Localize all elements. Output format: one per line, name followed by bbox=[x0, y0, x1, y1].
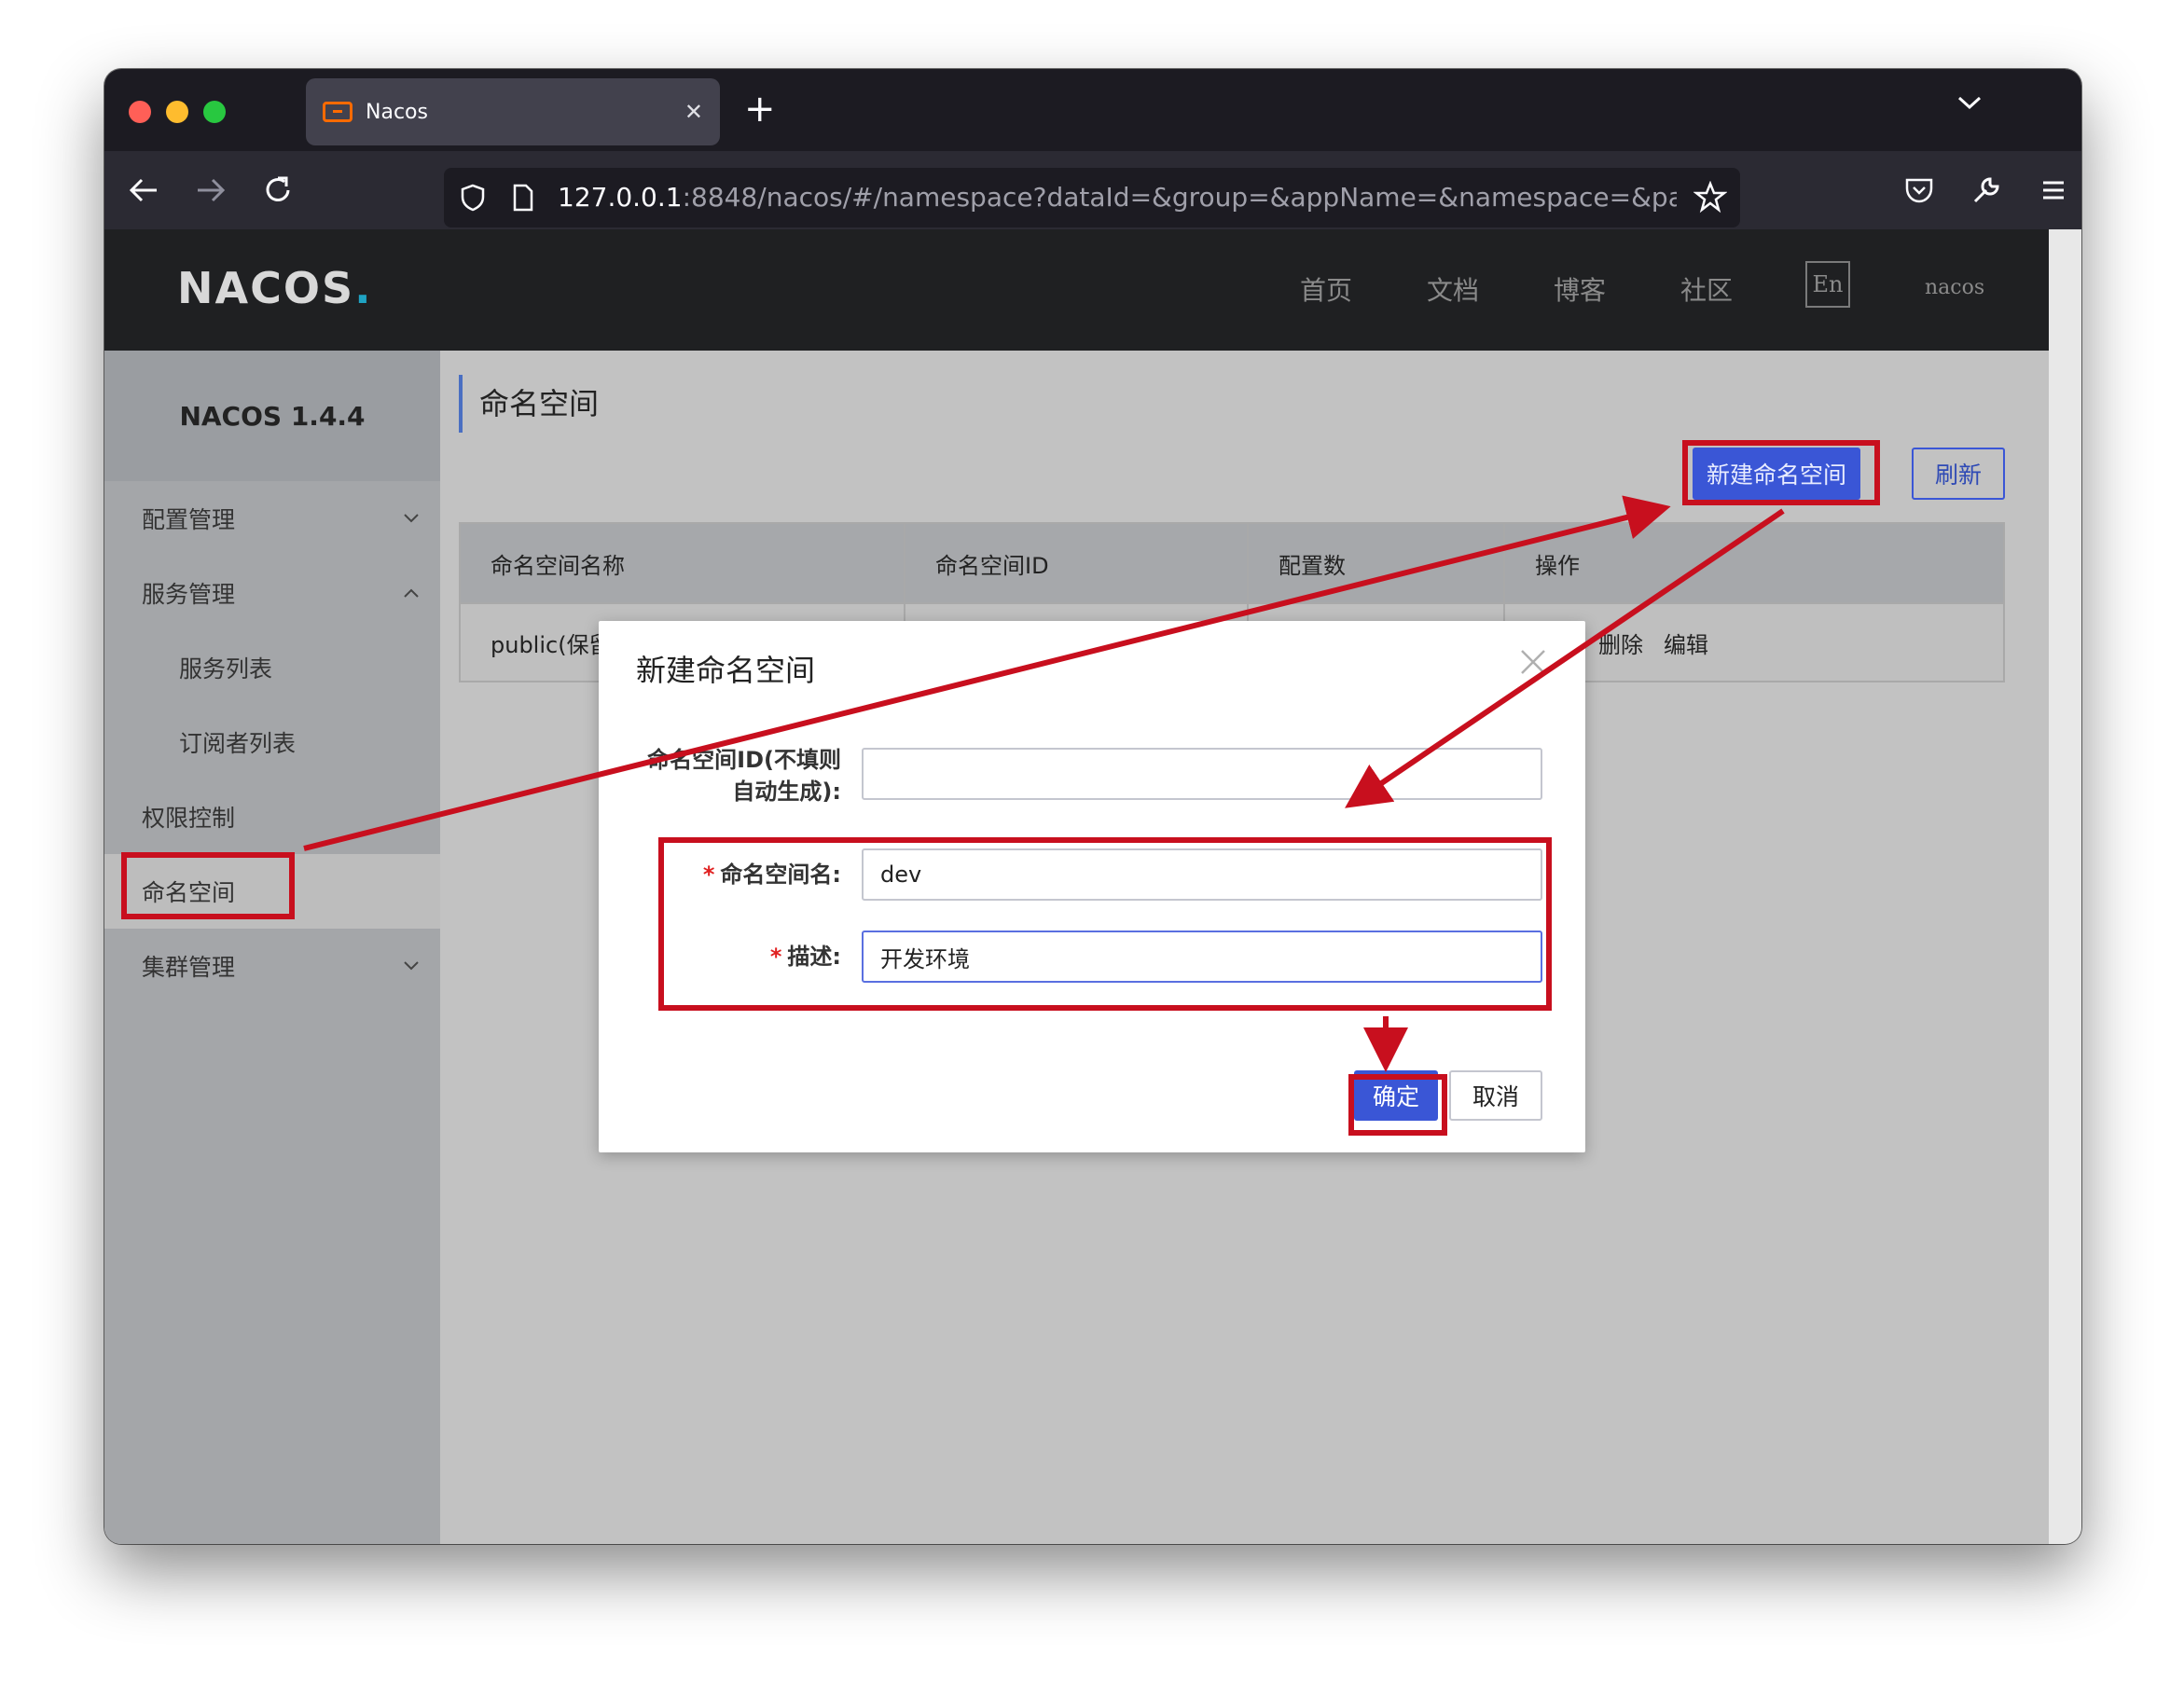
page-title: 命名空间 bbox=[459, 375, 599, 433]
close-window-button[interactable] bbox=[129, 101, 151, 123]
sidebar-item-label: 订阅者列表 bbox=[179, 730, 297, 757]
close-icon[interactable] bbox=[1514, 643, 1552, 681]
new-tab-button[interactable]: + bbox=[744, 86, 776, 132]
column-header: 命名空间ID bbox=[905, 524, 1249, 602]
maximize-window-button[interactable] bbox=[203, 101, 226, 123]
sidebar-item-label: 配置管理 bbox=[142, 506, 236, 533]
table-header: 命名空间名称 命名空间ID 配置数 操作 bbox=[461, 524, 2003, 602]
chevron-up-icon bbox=[404, 588, 419, 598]
close-tab-icon[interactable]: ✕ bbox=[684, 99, 703, 125]
sidebar-item-service-list[interactable]: 服务列表 bbox=[104, 630, 440, 705]
column-header: 操作 bbox=[1535, 552, 1580, 579]
sidebar-item-cluster[interactable]: 集群管理 bbox=[104, 929, 440, 1003]
tab-title: Nacos bbox=[366, 100, 428, 124]
sidebar-item-permissions[interactable]: 权限控制 bbox=[104, 779, 440, 854]
browser-window: Nacos ✕ + 127.0.0.1:8848/nacos/#/namespa… bbox=[104, 69, 2081, 1544]
sidebar-item-subscribers[interactable]: 订阅者列表 bbox=[104, 705, 440, 779]
url-text[interactable]: 127.0.0.1:8848/nacos/#/namespace?dataId=… bbox=[558, 182, 1677, 213]
dialog-title: 新建命名空间 bbox=[636, 653, 816, 688]
annotation-box-confirm-button bbox=[1348, 1074, 1447, 1136]
wrench-icon bbox=[1973, 177, 1999, 203]
back-button[interactable] bbox=[123, 170, 164, 211]
sidebar-item-label: 权限控制 bbox=[142, 805, 236, 832]
chevron-down-icon[interactable] bbox=[1956, 93, 1983, 112]
sidebar-item-service[interactable]: 服务管理 bbox=[104, 556, 440, 630]
namespace-id-input[interactable] bbox=[862, 748, 1542, 800]
navigation-bar: 127.0.0.1:8848/nacos/#/namespace?dataId=… bbox=[104, 151, 2081, 229]
namespace-id-label: 命名空间ID(不填则 自动生成): bbox=[647, 747, 841, 805]
sidebar-item-label: 服务列表 bbox=[179, 655, 273, 682]
arrow-right-icon bbox=[198, 178, 226, 202]
column-header: 配置数 bbox=[1249, 524, 1505, 602]
nav-home[interactable]: 首页 bbox=[1300, 270, 1352, 308]
nav-blog[interactable]: 博客 bbox=[1554, 270, 1606, 308]
nav-docs[interactable]: 文档 bbox=[1427, 270, 1479, 308]
annotation-box-sidebar bbox=[121, 852, 295, 919]
nacos-favicon-icon bbox=[323, 102, 352, 122]
forward-button[interactable] bbox=[190, 170, 231, 211]
tab-strip: Nacos ✕ + bbox=[104, 69, 2081, 151]
pocket-button[interactable] bbox=[1899, 170, 1940, 211]
annotation-box-form-fields bbox=[658, 837, 1552, 1011]
sidebar-item-config[interactable]: 配置管理 bbox=[104, 481, 440, 556]
browser-tab[interactable]: Nacos ✕ bbox=[306, 78, 720, 145]
reload-button[interactable] bbox=[257, 170, 298, 211]
language-switch-button[interactable]: En bbox=[1805, 261, 1850, 308]
nacos-logo[interactable]: NACOS. bbox=[177, 263, 373, 313]
pocket-icon bbox=[1905, 178, 1933, 203]
app-header: NACOS. 首页 文档 博客 社区 En nacos bbox=[104, 229, 2049, 351]
star-icon[interactable] bbox=[1693, 181, 1727, 214]
cancel-button[interactable]: 取消 bbox=[1449, 1070, 1542, 1121]
minimize-window-button[interactable] bbox=[166, 101, 188, 123]
chevron-down-icon bbox=[404, 961, 419, 971]
user-menu[interactable]: nacos bbox=[1925, 276, 1984, 299]
hamburger-menu-icon bbox=[2043, 181, 2064, 200]
extensions-button[interactable] bbox=[1966, 170, 2007, 211]
refresh-button[interactable]: 刷新 bbox=[1912, 448, 2005, 500]
nav-community[interactable]: 社区 bbox=[1680, 270, 1733, 308]
delete-link[interactable]: 删除 bbox=[1598, 627, 1643, 659]
address-bar[interactable]: 127.0.0.1:8848/nacos/#/namespace?dataId=… bbox=[444, 168, 1740, 227]
sidebar: NACOS 1.4.4 配置管理 服务管理 服务列表 订阅者列表 权限控制 命名… bbox=[104, 351, 440, 1544]
annotation-box-create-button bbox=[1682, 440, 1880, 505]
reload-icon bbox=[266, 176, 290, 201]
sidebar-title: NACOS 1.4.4 bbox=[104, 351, 440, 481]
sidebar-item-label: 集群管理 bbox=[142, 954, 236, 981]
arrow-left-icon bbox=[129, 178, 157, 202]
page-icon bbox=[513, 184, 533, 212]
shield-icon[interactable] bbox=[459, 183, 487, 213]
edit-link[interactable]: 编辑 bbox=[1664, 627, 1708, 659]
column-header: 命名空间名称 bbox=[461, 524, 905, 602]
chevron-down-icon bbox=[404, 514, 419, 523]
sidebar-item-label: 服务管理 bbox=[142, 581, 236, 608]
scrollbar[interactable] bbox=[2049, 229, 2081, 1544]
menu-button[interactable] bbox=[2033, 170, 2074, 211]
